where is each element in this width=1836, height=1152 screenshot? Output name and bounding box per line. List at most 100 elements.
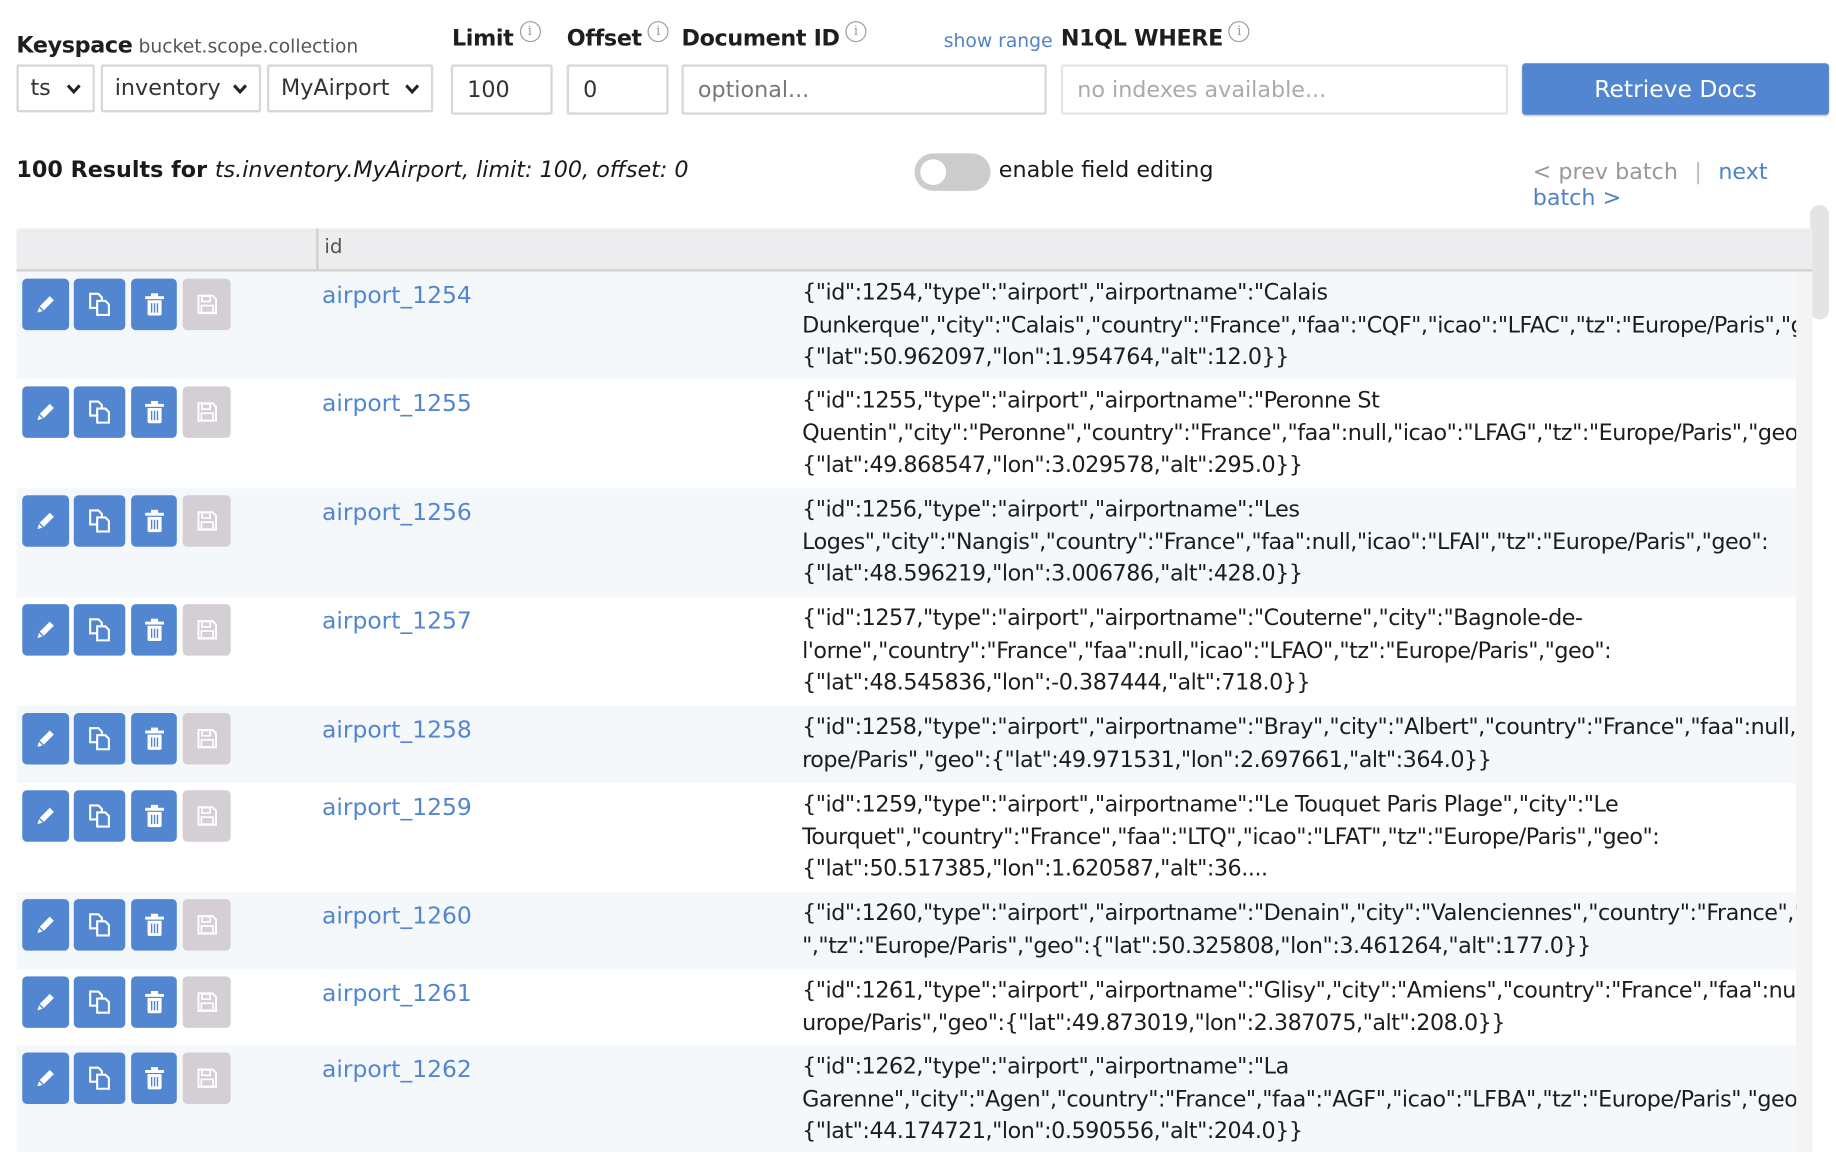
- pencil-icon: [37, 1070, 54, 1087]
- save-doc-button[interactable]: [182, 899, 231, 951]
- copy-doc-button[interactable]: [73, 495, 126, 547]
- delete-doc-button[interactable]: [131, 604, 177, 656]
- edit-doc-button[interactable]: [22, 712, 70, 765]
- doc-json-preview: {"id":1256,"type":"airport","airportname…: [802, 496, 1769, 587]
- scope-select[interactable]: inventory: [100, 64, 262, 113]
- save-icon: [196, 992, 217, 1012]
- show-range-link[interactable]: show range: [944, 29, 1053, 51]
- document-id-input[interactable]: [681, 64, 1047, 115]
- chevron-down-icon: [405, 84, 420, 95]
- table-scrollbar[interactable]: [1796, 271, 1813, 1152]
- edit-doc-button[interactable]: [22, 604, 70, 656]
- limit-input[interactable]: [450, 64, 553, 115]
- copy-doc-button[interactable]: [73, 1052, 126, 1104]
- edit-doc-button[interactable]: [22, 386, 70, 438]
- info-icon[interactable]: i: [1228, 21, 1250, 43]
- edit-doc-button[interactable]: [22, 790, 70, 842]
- save-doc-button[interactable]: [182, 976, 231, 1028]
- offset-input[interactable]: [566, 64, 669, 115]
- table-row: airport_1260 {"id":1260,"type":"airport"…: [16, 892, 1803, 970]
- delete-doc-button[interactable]: [131, 386, 177, 438]
- trash-icon: [144, 1067, 164, 1090]
- doc-id-link[interactable]: airport_1259: [322, 793, 472, 821]
- n1ql-where-input[interactable]: [1060, 64, 1509, 115]
- n1ql-where-label: N1QL WHERE i: [1061, 21, 1250, 52]
- pencil-icon: [37, 512, 54, 530]
- table-row: airport_1257 {"id":1257,"type":"airport"…: [16, 597, 1796, 706]
- results-table: id airport_1254 {"id":1254,"type":"airpo…: [16, 228, 1813, 1152]
- save-doc-button[interactable]: [182, 604, 231, 656]
- doc-id-link[interactable]: airport_1256: [322, 498, 472, 526]
- pencil-icon: [37, 621, 54, 639]
- copy-doc-button[interactable]: [73, 278, 126, 331]
- info-icon[interactable]: i: [845, 21, 867, 43]
- trash-icon: [144, 727, 164, 750]
- copy-doc-button[interactable]: [73, 790, 126, 842]
- copy-icon: [89, 509, 110, 533]
- edit-doc-button[interactable]: [22, 495, 70, 547]
- field-editing-toggle[interactable]: [914, 153, 991, 191]
- save-icon: [196, 728, 217, 749]
- save-doc-button[interactable]: [182, 1052, 231, 1104]
- doc-id-link[interactable]: airport_1261: [322, 979, 472, 1007]
- save-doc-button[interactable]: [182, 790, 231, 842]
- table-row: airport_1258 {"id":1258,"type":"airport"…: [16, 705, 1803, 784]
- delete-doc-button[interactable]: [131, 278, 177, 331]
- pager: < prev batch | next batch >: [1533, 159, 1836, 211]
- delete-doc-button[interactable]: [131, 899, 177, 951]
- delete-doc-button[interactable]: [131, 495, 177, 547]
- edit-doc-button[interactable]: [22, 278, 70, 331]
- info-icon[interactable]: i: [519, 21, 541, 43]
- delete-doc-button[interactable]: [131, 1052, 177, 1104]
- bucket-select[interactable]: ts: [16, 64, 95, 113]
- keyspace-hint: bucket.scope.collection: [138, 35, 359, 58]
- save-icon: [196, 915, 217, 935]
- table-row: airport_1261 {"id":1261,"type":"airport"…: [16, 969, 1803, 1045]
- copy-icon: [89, 400, 110, 424]
- copy-icon: [89, 913, 110, 937]
- copy-icon: [89, 1066, 110, 1090]
- column-header-id: id: [316, 228, 343, 270]
- doc-json-preview: {"id":1259,"type":"airport","airportname…: [802, 791, 1660, 882]
- table-row: airport_1254 {"id":1254,"type":"airport"…: [16, 271, 1803, 380]
- save-doc-button[interactable]: [182, 712, 231, 765]
- doc-id-link[interactable]: airport_1258: [322, 715, 472, 743]
- pencil-icon: [37, 403, 54, 421]
- copy-doc-button[interactable]: [73, 712, 126, 765]
- doc-id-link[interactable]: airport_1257: [322, 606, 472, 634]
- copy-doc-button[interactable]: [73, 604, 126, 656]
- table-row: airport_1262 {"id":1262,"type":"airport"…: [16, 1045, 1803, 1152]
- copy-icon: [89, 804, 110, 828]
- info-icon[interactable]: i: [647, 21, 669, 43]
- save-doc-button[interactable]: [182, 495, 231, 547]
- edit-doc-button[interactable]: [22, 1052, 70, 1104]
- save-icon: [196, 806, 217, 826]
- edit-doc-button[interactable]: [22, 976, 70, 1028]
- delete-doc-button[interactable]: [131, 976, 177, 1028]
- doc-json-preview: {"id":1255,"type":"airport","airportname…: [802, 387, 1804, 478]
- doc-id-link[interactable]: airport_1260: [322, 901, 472, 929]
- offset-label: Offset i: [567, 21, 669, 52]
- delete-doc-button[interactable]: [131, 712, 177, 765]
- copy-doc-button[interactable]: [73, 976, 126, 1028]
- pencil-icon: [37, 730, 54, 747]
- doc-id-link[interactable]: airport_1255: [322, 389, 472, 417]
- toggle-knob: [920, 159, 947, 185]
- pager-separator: |: [1694, 159, 1702, 185]
- save-doc-button[interactable]: [182, 278, 231, 331]
- save-icon: [196, 402, 217, 422]
- prev-batch-link[interactable]: < prev batch: [1533, 159, 1678, 185]
- copy-doc-button[interactable]: [73, 899, 126, 951]
- save-doc-button[interactable]: [182, 386, 231, 438]
- retrieve-docs-button[interactable]: Retrieve Docs: [1522, 63, 1829, 115]
- trash-icon: [144, 400, 164, 424]
- doc-id-link[interactable]: airport_1262: [322, 1055, 472, 1083]
- copy-doc-button[interactable]: [73, 386, 126, 438]
- page-scrollbar[interactable]: [1810, 204, 1829, 320]
- save-icon: [196, 620, 217, 640]
- doc-id-link[interactable]: airport_1254: [322, 281, 472, 309]
- table-header: id: [16, 228, 1813, 272]
- edit-doc-button[interactable]: [22, 899, 70, 951]
- delete-doc-button[interactable]: [131, 790, 177, 842]
- collection-select[interactable]: MyAirport: [266, 64, 434, 113]
